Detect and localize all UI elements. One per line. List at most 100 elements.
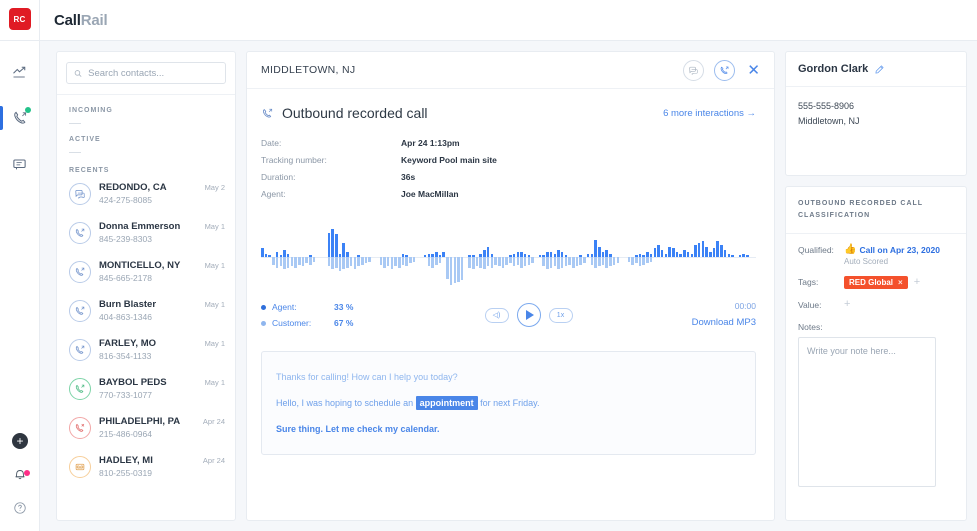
tag-remove-icon[interactable]: × — [898, 278, 903, 287]
waveform-column — [468, 225, 471, 287]
waveform-column — [435, 225, 438, 287]
help-button[interactable] — [0, 499, 40, 517]
contact-number: 215-486-0964 — [99, 429, 152, 439]
list-item[interactable]: FARLEY, MO 816-354-1133 May 1 — [57, 330, 235, 369]
add-value-button[interactable]: + — [844, 298, 850, 310]
download-mp3-link[interactable]: Download MP3 — [646, 314, 756, 332]
list-item[interactable]: Burn Blaster 404-863-1346 May 1 — [57, 291, 235, 330]
customer-label: Customer: — [272, 318, 312, 328]
value-field: Value: + — [786, 298, 966, 311]
waveform-column — [716, 225, 719, 287]
player-time-column: 00:00 Download MP3 — [646, 298, 756, 332]
waveform-column — [531, 225, 534, 287]
waveform-column — [324, 225, 327, 287]
waveform-column — [264, 225, 268, 287]
volume-button[interactable]: ◁) — [484, 307, 509, 323]
list-item[interactable]: PHILADELPHI, PA 215-486-0964 Apr 24 — [57, 408, 235, 447]
qualified-call-link[interactable]: Call on Apr 23, 2020 — [859, 245, 939, 255]
page-title: MIDDLETOWN, NJ — [261, 64, 356, 76]
waveform-column — [317, 225, 320, 287]
waveform-column — [272, 225, 275, 287]
outbound-call-icon — [69, 221, 91, 244]
account-avatar[interactable]: RC — [8, 8, 31, 30]
waveform-column — [564, 225, 568, 287]
call-button[interactable] — [714, 59, 736, 81]
waveform-column — [527, 225, 531, 287]
waveform-column — [609, 225, 612, 287]
agent-color-dot — [261, 304, 266, 310]
add-tag-button[interactable]: + — [914, 277, 920, 288]
outbound-call-icon — [69, 338, 91, 361]
player-controls: ◁) 1x — [411, 303, 646, 327]
tags-field: Tags: RED Global × + — [786, 276, 966, 289]
waveform-column — [294, 225, 297, 287]
waveform-column — [723, 225, 727, 287]
waveform-column — [653, 225, 657, 287]
waveform-column — [750, 225, 753, 287]
waveform-column — [616, 225, 620, 287]
field-key: Date: — [261, 138, 282, 148]
waveform-column — [301, 225, 305, 287]
sidebar-item-messages[interactable] — [0, 147, 40, 181]
right-sidebar: Gordon Clark 555-555-8906 Middletown, NJ… — [785, 51, 967, 521]
waveform-column — [357, 225, 360, 287]
list-item[interactable]: HADLEY, MI 810-255-0319 Apr 24 — [57, 447, 235, 486]
waveform-column — [494, 225, 497, 287]
search-box[interactable] — [66, 62, 226, 84]
transcript-line: Hello, I was hoping to schedule an appoi… — [276, 390, 741, 416]
tag-chip[interactable]: RED Global × — [844, 276, 908, 289]
waveform-column — [368, 225, 371, 287]
contact-number: 845-239-8303 — [99, 234, 152, 244]
contact-name: Burn Blaster — [99, 299, 157, 310]
notifications-button[interactable] — [0, 465, 40, 483]
search-section — [57, 52, 235, 95]
transcript-text: Sure thing. Let me check my calendar. — [276, 424, 440, 434]
waveform-column — [376, 225, 379, 287]
more-interactions-link[interactable]: 6 more interactions → — [663, 108, 756, 119]
contact-number: 404-863-1346 — [99, 312, 152, 322]
add-button[interactable]: + — [12, 433, 28, 449]
recents-list: REDONDO, CA 424-275-8085 May 2 Donna Emmers… — [57, 174, 235, 520]
search-input[interactable] — [88, 67, 218, 79]
waveform-column — [331, 225, 334, 287]
waveform-column — [642, 225, 645, 287]
contact-name: PHILADELPHI, PA — [99, 416, 181, 427]
waveform-column — [568, 225, 571, 287]
list-item[interactable]: REDONDO, CA 424-275-8085 May 2 — [57, 174, 235, 213]
list-item-main: Burn Blaster 404-863-1346 — [99, 298, 197, 323]
playback-time: 00:00 — [734, 301, 756, 311]
playback-speed-button[interactable]: 1x — [548, 307, 573, 323]
tag-label: RED Global — [849, 278, 894, 287]
waveform-column — [583, 225, 586, 287]
play-button[interactable] — [516, 303, 541, 327]
waveform-column — [505, 225, 508, 287]
waveform-column — [417, 225, 420, 287]
waveform-bars[interactable] — [261, 225, 756, 287]
list-item-main: REDONDO, CA 424-275-8085 — [99, 181, 197, 206]
close-button[interactable]: ✕ — [745, 63, 762, 78]
waveform-column — [635, 225, 638, 287]
waveform-column — [401, 225, 405, 287]
waveform-column — [572, 225, 575, 287]
agent-percent: 33 % — [334, 302, 354, 312]
waveform-column — [697, 225, 701, 287]
list-item[interactable]: BAYBOL PEDS 770-733-1077 May 1 — [57, 369, 235, 408]
notes-textarea[interactable] — [798, 337, 936, 487]
list-item[interactable]: Donna Emmerson 845-239-8303 May 1 — [57, 213, 235, 252]
transcript-highlight[interactable]: appointment — [415, 396, 478, 410]
list-item[interactable]: MONTICELLO, NY 845-665-2178 May 1 — [57, 252, 235, 291]
pencil-icon[interactable] — [874, 64, 885, 75]
outbound-call-icon — [69, 260, 91, 283]
waveform-column — [557, 225, 560, 287]
chat-bubble-icon — [689, 66, 699, 75]
waveform-column — [279, 225, 283, 287]
contact-number: 816-354-1133 — [99, 351, 152, 361]
sidebar-item-calls[interactable] — [0, 101, 40, 135]
contact-date: May 1 — [204, 300, 225, 309]
audio-waveform[interactable] — [261, 225, 756, 287]
waveform-column — [664, 225, 668, 287]
sidebar-item-analytics[interactable] — [0, 55, 40, 89]
transcript-text-post: for next Friday. — [477, 398, 540, 408]
message-button[interactable] — [683, 59, 705, 81]
waveform-column — [575, 225, 579, 287]
